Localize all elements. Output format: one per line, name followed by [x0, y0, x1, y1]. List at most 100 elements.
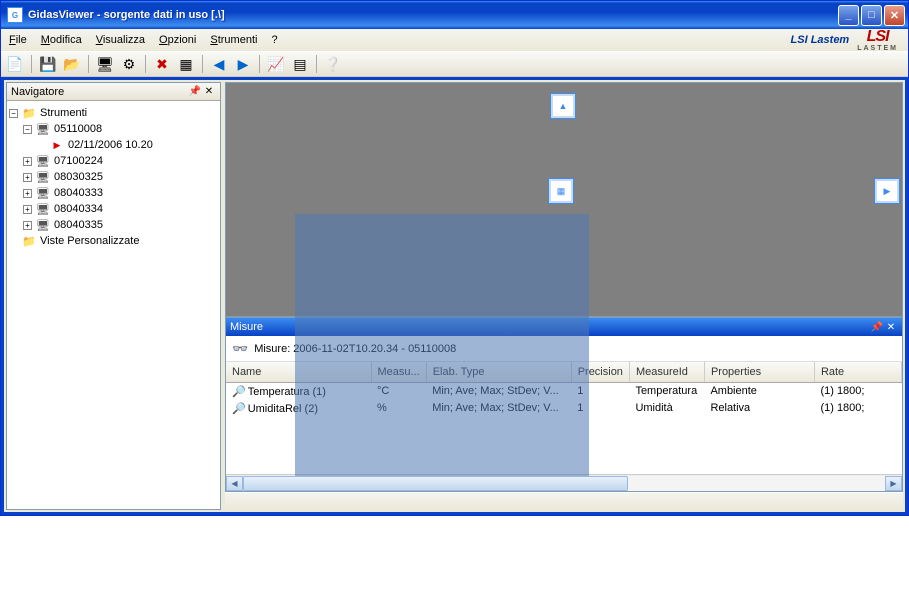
- expand-icon[interactable]: +: [23, 173, 32, 182]
- prev-icon[interactable]: ◀: [209, 54, 229, 74]
- minimize-button[interactable]: _: [838, 5, 859, 26]
- play-icon: ▶: [49, 138, 65, 152]
- scroll-left-icon[interactable]: ◀: [226, 476, 243, 491]
- cell-name: Temperatura (1): [248, 386, 326, 398]
- window-title: GidasViewer - sorgente dati in uso [.\]: [28, 9, 838, 21]
- col-name[interactable]: Name: [226, 362, 371, 382]
- tree-item-05110008[interactable]: − 🖥 05110008: [9, 121, 218, 137]
- scroll-right-icon[interactable]: ▶: [885, 476, 902, 491]
- tree-item-datetime[interactable]: ▶ 02/11/2006 10.20: [9, 137, 218, 153]
- cell-unit: °C: [371, 382, 426, 400]
- scroll-thumb[interactable]: [243, 476, 628, 491]
- scroll-track[interactable]: [243, 476, 885, 491]
- next-icon[interactable]: ▶: [233, 54, 253, 74]
- separator: [145, 55, 146, 73]
- navigator-panel: Navigatore 📌 ✕ − 📁 Strumenti − 🖥 0511000…: [6, 82, 221, 510]
- open-icon[interactable]: 📂: [62, 54, 82, 74]
- close-button[interactable]: ✕: [884, 5, 905, 26]
- device-icon: 🖥: [35, 186, 51, 200]
- brand-logo: LSI Lastem LSI LASTEM: [791, 29, 898, 52]
- tree-item-08040333[interactable]: + 🖥 08040333: [9, 185, 218, 201]
- save-icon[interactable]: 💾: [38, 54, 58, 74]
- col-measureid[interactable]: MeasureId: [629, 362, 704, 382]
- cell-elab: Min; Ave; Max; StDev; V...: [426, 400, 571, 417]
- toolbar: 📄 💾 📂 🖥 ⚙ ✖ ▦ ◀ ▶ 📈 ▤ ❔: [1, 51, 908, 77]
- menu-visualizza[interactable]: Visualizza: [96, 34, 145, 46]
- tree-label: 08040333: [54, 187, 103, 199]
- menubar: File Modifica Visualizza Opzioni Strumen…: [1, 29, 908, 51]
- misure-grid: Name Measu... Elab. Type Precision Measu…: [226, 362, 902, 474]
- delete-icon[interactable]: ✖: [152, 54, 172, 74]
- misure-subheader: 👓 Misure: 2006-11-02T10.20.34 - 05110008: [226, 336, 902, 362]
- tree-root[interactable]: − 📁 Strumenti: [9, 105, 218, 121]
- folder-icon: 📁: [21, 106, 37, 120]
- chart-icon[interactable]: 📈: [266, 54, 286, 74]
- col-measu[interactable]: Measu...: [371, 362, 426, 382]
- pin-icon[interactable]: 📌: [870, 320, 884, 334]
- separator: [31, 55, 32, 73]
- cell-unit: %: [371, 400, 426, 417]
- menu-file[interactable]: File: [9, 34, 27, 46]
- device-icon: 🖥: [35, 122, 51, 136]
- expand-icon[interactable]: −: [23, 125, 32, 134]
- device-icon: 🖥: [35, 170, 51, 184]
- table-row[interactable]: 🔎UmiditaRel (2) % Min; Ave; Max; StDev; …: [226, 400, 902, 417]
- col-elab[interactable]: Elab. Type: [426, 362, 571, 382]
- col-properties[interactable]: Properties: [704, 362, 814, 382]
- cell-prec: 1: [571, 382, 629, 400]
- expand-icon[interactable]: −: [9, 109, 18, 118]
- grid-icon[interactable]: ▦: [176, 54, 196, 74]
- misure-header: Misure 📌 ✕: [226, 318, 902, 336]
- doc-window-icon[interactable]: ▦: [548, 178, 574, 204]
- cell-rate: (1) 1800;: [814, 400, 901, 417]
- tree: − 📁 Strumenti − 🖥 05110008 ▶ 02/11/2006 …: [7, 101, 220, 509]
- doc-window-icon[interactable]: ▲: [550, 93, 576, 119]
- tree-custom-views[interactable]: 📁 Viste Personalizzate: [9, 233, 218, 249]
- spacer: [9, 237, 18, 246]
- col-rate[interactable]: Rate: [814, 362, 901, 382]
- tree-item-08030325[interactable]: + 🖥 08030325: [9, 169, 218, 185]
- col-precision[interactable]: Precision: [571, 362, 629, 382]
- tree-label: 08040334: [54, 203, 103, 215]
- misure-subtitle: Misure: 2006-11-02T10.20.34 - 05110008: [254, 343, 456, 355]
- device-icon: 🖥: [35, 218, 51, 232]
- new-icon[interactable]: 📄: [5, 54, 25, 74]
- separator: [202, 55, 203, 73]
- cell-prec: 1: [571, 400, 629, 417]
- tree-label: 08040335: [54, 219, 103, 231]
- menu-strumenti[interactable]: Strumenti: [210, 34, 257, 46]
- statusbar: [225, 492, 903, 510]
- tree-item-08040335[interactable]: + 🖥 08040335: [9, 217, 218, 233]
- brand-lsi: LSI: [867, 29, 889, 45]
- tree-item-08040334[interactable]: + 🖥 08040334: [9, 201, 218, 217]
- expand-icon[interactable]: +: [23, 157, 32, 166]
- expand-icon[interactable]: +: [23, 189, 32, 198]
- menu-modifica[interactable]: Modifica: [41, 34, 82, 46]
- gear-icon[interactable]: ⚙: [119, 54, 139, 74]
- tree-label: 08030325: [54, 171, 103, 183]
- tree-item-07100224[interactable]: + 🖥 07100224: [9, 153, 218, 169]
- cell-rate: (1) 1800;: [814, 382, 901, 400]
- maximize-button[interactable]: □: [861, 5, 882, 26]
- doc-window-icon[interactable]: ▶: [874, 178, 900, 204]
- menu-opzioni[interactable]: Opzioni: [159, 34, 196, 46]
- device-icon[interactable]: 🖥: [95, 54, 115, 74]
- device-icon: 🖥: [35, 202, 51, 216]
- expand-icon[interactable]: +: [23, 205, 32, 214]
- menu-help[interactable]: ?: [271, 34, 277, 46]
- table-icon[interactable]: ▤: [290, 54, 310, 74]
- cell-prop: Ambiente: [704, 382, 814, 400]
- table-row[interactable]: 🔎Temperatura (1) °C Min; Ave; Max; StDev…: [226, 382, 902, 400]
- expand-icon[interactable]: +: [23, 221, 32, 230]
- horizontal-scrollbar[interactable]: ◀ ▶: [226, 474, 902, 491]
- cell-elab: Min; Ave; Max; StDev; V...: [426, 382, 571, 400]
- panel-close-icon[interactable]: ✕: [884, 320, 898, 334]
- help-icon[interactable]: ❔: [323, 54, 343, 74]
- table-header-row: Name Measu... Elab. Type Precision Measu…: [226, 362, 902, 382]
- device-icon: 🖥: [35, 154, 51, 168]
- panel-close-icon[interactable]: ✕: [202, 85, 216, 99]
- tree-label: 07100224: [54, 155, 103, 167]
- separator: [88, 55, 89, 73]
- pin-icon[interactable]: 📌: [188, 85, 202, 99]
- mdi-canvas: ▲ ▦ ▶: [225, 82, 903, 317]
